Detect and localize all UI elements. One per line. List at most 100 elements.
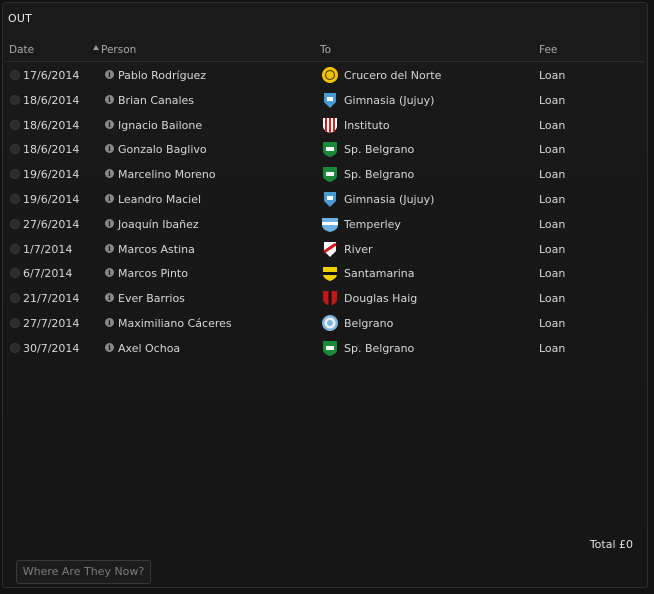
instituto-badge-icon	[321, 116, 339, 134]
row-person-link[interactable]: Marcos Astina	[118, 243, 195, 256]
row-person-link[interactable]: Marcos Pinto	[118, 267, 188, 280]
row-fee: Loan	[539, 143, 566, 157]
row-status-icon[interactable]	[10, 218, 20, 229]
row-club-link[interactable]: River	[344, 243, 373, 256]
gimnasia-jujuy-badge-icon	[321, 190, 339, 208]
info-icon[interactable]: i	[105, 268, 114, 278]
column-header-fee[interactable]: Fee	[539, 44, 557, 56]
row-date: 6/7/2014	[23, 267, 73, 281]
river-badge-icon	[321, 240, 339, 258]
row-club-link[interactable]: Belgrano	[344, 317, 393, 330]
row-club-link[interactable]: Douglas Haig	[344, 292, 417, 305]
row-status-icon[interactable]	[10, 342, 20, 353]
info-icon[interactable]: i	[105, 94, 114, 104]
row-status-icon[interactable]	[10, 169, 20, 180]
info-icon[interactable]: i	[105, 218, 114, 228]
info-icon[interactable]: i	[105, 194, 114, 203]
row-status-icon[interactable]	[10, 243, 20, 254]
table-row[interactable]: 18/6/2014 i Brian Canales Gimnasia (Juju…	[5, 88, 645, 113]
row-date: 1/7/2014	[23, 242, 73, 256]
info-icon[interactable]: i	[105, 293, 114, 303]
sp-belgrano-badge-icon	[321, 165, 339, 183]
row-fee: Loan	[539, 168, 566, 182]
sp-belgrano-badge-icon	[321, 339, 339, 357]
row-person-link[interactable]: Ever Barrios	[118, 292, 185, 305]
table-row[interactable]: 18/6/2014 i Ignacio Bailone Instituto Lo…	[5, 113, 645, 138]
info-icon[interactable]: i	[105, 70, 114, 79]
row-fee: Loan	[539, 69, 566, 82]
row-fee: Loan	[539, 118, 566, 132]
row-club-link[interactable]: Santamarina	[344, 267, 415, 280]
row-club-link[interactable]: Crucero del Norte	[344, 69, 441, 82]
row-person-link[interactable]: Pablo Rodríguez	[118, 69, 206, 82]
row-club-link[interactable]: Sp. Belgrano	[344, 168, 414, 181]
transfers-out-panel: OUT Date Person To Fee 17/6/2014 i Pablo…	[2, 2, 648, 588]
row-date: 18/6/2014	[23, 118, 80, 132]
row-club-link[interactable]: Instituto	[344, 119, 390, 132]
row-club-link[interactable]: Gimnasia (Jujuy)	[344, 94, 434, 107]
sort-ascending-icon	[93, 45, 99, 50]
row-status-icon[interactable]	[10, 318, 20, 328]
table-row[interactable]: 19/6/2014 i Leandro Maciel Gimnasia (Juj…	[5, 187, 645, 212]
row-date: 18/6/2014	[23, 93, 80, 107]
douglas-haig-badge-icon	[321, 289, 339, 307]
row-status-icon[interactable]	[10, 293, 20, 304]
row-club-link[interactable]: Gimnasia (Jujuy)	[344, 193, 434, 206]
row-status-icon[interactable]	[10, 268, 20, 279]
info-icon[interactable]: i	[105, 243, 114, 253]
row-person-link[interactable]: Gonzalo Baglivo	[118, 143, 207, 156]
crucero-del-norte-badge-icon	[321, 66, 339, 84]
row-person-link[interactable]: Ignacio Bailone	[118, 119, 202, 132]
row-fee: Loan	[539, 217, 566, 231]
table-row[interactable]: 19/6/2014 i Marcelino Moreno Sp. Belgran…	[5, 162, 645, 187]
where-are-they-now-button[interactable]: Where Are They Now?	[16, 560, 151, 584]
temperley-badge-icon	[321, 215, 339, 233]
row-person-link[interactable]: Leandro Maciel	[118, 193, 201, 206]
column-header-person[interactable]: Person	[101, 44, 136, 56]
info-icon[interactable]: i	[105, 119, 114, 129]
column-header-date[interactable]: Date	[9, 44, 34, 56]
info-icon[interactable]: i	[105, 144, 114, 154]
info-icon[interactable]: i	[105, 169, 114, 179]
row-fee: Loan	[539, 292, 566, 306]
table-row[interactable]: 27/6/2014 i Joaquín Ibañez Temperley Loa…	[5, 212, 645, 237]
row-status-icon[interactable]	[10, 144, 20, 155]
belgrano-badge-icon	[321, 314, 339, 332]
row-person-link[interactable]: Joaquín Ibañez	[118, 218, 199, 231]
row-date: 27/7/2014	[23, 317, 80, 330]
row-person-link[interactable]: Marcelino Moreno	[118, 168, 216, 181]
row-status-icon[interactable]	[10, 119, 20, 130]
row-person-link[interactable]: Axel Ochoa	[118, 342, 180, 355]
row-fee: Loan	[539, 341, 566, 355]
info-icon[interactable]: i	[105, 342, 114, 352]
table-row[interactable]: 1/7/2014 i Marcos Astina River Loan	[5, 237, 645, 262]
row-person-link[interactable]: Brian Canales	[118, 94, 194, 107]
table-row[interactable]: 27/7/2014 i Maximiliano Cáceres Belgrano…	[5, 311, 645, 336]
row-status-icon[interactable]	[10, 194, 20, 204]
row-date: 27/6/2014	[23, 217, 80, 231]
row-fee: Loan	[539, 93, 566, 107]
column-header-to[interactable]: To	[320, 44, 331, 56]
panel-title: OUT	[8, 12, 33, 25]
row-club-link[interactable]: Temperley	[344, 218, 401, 231]
table-header: Date Person To Fee	[5, 41, 645, 62]
row-status-icon[interactable]	[10, 94, 20, 105]
table-row[interactable]: 6/7/2014 i Marcos Pinto Santamarina Loan	[5, 261, 645, 286]
table-row[interactable]: 30/7/2014 i Axel Ochoa Sp. Belgrano Loan	[5, 336, 645, 361]
table-row[interactable]: 21/7/2014 i Ever Barrios Douglas Haig Lo…	[5, 286, 645, 311]
sp-belgrano-badge-icon	[321, 140, 339, 158]
row-date: 30/7/2014	[23, 341, 80, 355]
row-date: 18/6/2014	[23, 143, 80, 157]
gimnasia-jujuy-badge-icon	[321, 91, 339, 109]
row-person-link[interactable]: Maximiliano Cáceres	[118, 317, 232, 330]
row-club-link[interactable]: Sp. Belgrano	[344, 342, 414, 355]
table-row[interactable]: 18/6/2014 i Gonzalo Baglivo Sp. Belgrano…	[5, 137, 645, 162]
row-fee: Loan	[539, 242, 566, 256]
row-status-icon[interactable]	[10, 70, 20, 80]
row-date: 19/6/2014	[23, 193, 80, 206]
row-club-link[interactable]: Sp. Belgrano	[344, 143, 414, 156]
row-date: 21/7/2014	[23, 292, 80, 306]
row-date: 17/6/2014	[23, 69, 80, 82]
info-icon[interactable]: i	[105, 318, 114, 327]
table-row[interactable]: 17/6/2014 i Pablo Rodríguez Crucero del …	[5, 63, 645, 88]
